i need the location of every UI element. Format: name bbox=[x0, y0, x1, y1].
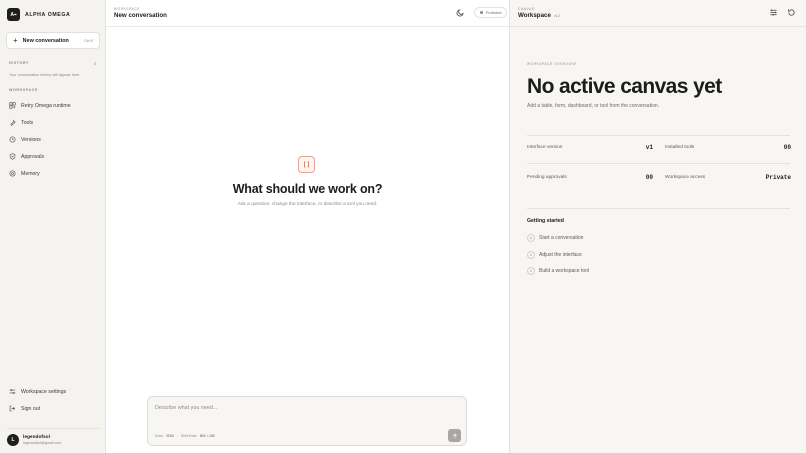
database-icon bbox=[9, 170, 16, 177]
step-start-conversation[interactable]: Start a conversation bbox=[527, 234, 583, 242]
chat-header: WORKSPACE New conversation Protected bbox=[106, 0, 509, 27]
runtime-icon bbox=[9, 102, 16, 109]
brand[interactable]: A⌁ ALPHA OMEGA bbox=[7, 8, 70, 21]
hero-subtitle: Ask a question, change the interface, or… bbox=[237, 202, 378, 207]
sidebar-item-label: Memory bbox=[21, 170, 40, 177]
composer: Enter SEND · Shift Enter NEW LINE bbox=[147, 396, 467, 446]
workspace-settings-link[interactable]: Workspace settings bbox=[9, 388, 66, 395]
sidebar-item-label: Tools bbox=[21, 119, 34, 126]
overview-title: No active canvas yet bbox=[527, 75, 722, 98]
step-label: Start a conversation bbox=[539, 235, 584, 241]
chat-panel: WORKSPACE New conversation Protected Wha… bbox=[106, 0, 509, 453]
stat-value: Private bbox=[765, 174, 791, 181]
workspace-settings-label: Workspace settings bbox=[21, 388, 67, 395]
overview-eyebrow: WORKSPACE OVERVIEW bbox=[527, 62, 577, 66]
hint-separator: · bbox=[176, 434, 178, 438]
wrench-icon bbox=[10, 119, 16, 126]
canvas-title-text: Workspace bbox=[518, 12, 551, 19]
arrow-up-icon bbox=[452, 433, 457, 438]
status-badge: Protected bbox=[474, 7, 508, 18]
status-dot-icon bbox=[480, 11, 483, 14]
stat-value: v1 bbox=[645, 144, 653, 151]
chat-eyebrow: WORKSPACE bbox=[114, 7, 140, 11]
new-conversation-button[interactable]: + New conversation Ctrl K bbox=[6, 32, 100, 49]
workspace-heading: WORKSPACE bbox=[9, 88, 38, 92]
hint-newline: NEW LINE bbox=[199, 434, 216, 438]
composer-hint: Enter SEND · Shift Enter NEW LINE bbox=[155, 434, 215, 438]
shortcut-hint: Ctrl K bbox=[84, 38, 93, 43]
sidebar-item-approvals[interactable]: Approvals bbox=[9, 153, 44, 160]
bracket-icon bbox=[304, 161, 309, 168]
plus-icon: + bbox=[13, 35, 18, 45]
history-toggle[interactable]: 0 bbox=[94, 61, 96, 66]
user-name: legendofsol bbox=[23, 435, 50, 440]
refresh-icon[interactable] bbox=[787, 8, 796, 17]
step-circle-icon bbox=[527, 234, 535, 242]
step-label: Build a workspace tool bbox=[539, 268, 590, 274]
sidebar-item-label: Versions bbox=[21, 136, 41, 143]
history-empty-text: Your conversation history will appear he… bbox=[9, 73, 80, 77]
sidebar-item-memory[interactable]: Memory bbox=[9, 170, 40, 177]
hint-send: SEND bbox=[166, 434, 174, 438]
sidebar: A⌁ ALPHA OMEGA + New conversation Ctrl K… bbox=[0, 0, 106, 453]
status-label: Protected bbox=[486, 10, 502, 15]
user-profile[interactable]: L legendofsol legendofsol@gmail.com bbox=[7, 434, 61, 446]
divider bbox=[527, 163, 790, 164]
stat-workspace-access: Workspace access Private bbox=[665, 174, 791, 181]
stat-label: Workspace access bbox=[665, 175, 706, 180]
canvas-version-badge: v12 bbox=[553, 14, 560, 18]
page-title: New conversation bbox=[114, 12, 167, 19]
user-email: legendofsol@gmail.com bbox=[23, 441, 62, 445]
sign-out-link[interactable]: Sign out bbox=[9, 405, 40, 412]
stat-value: 00 bbox=[783, 144, 791, 151]
hint-enter-key: Enter bbox=[155, 434, 164, 438]
sidebar-item-label: Approvals bbox=[21, 153, 45, 160]
hint-shift-key: Shift Enter bbox=[180, 434, 197, 438]
shield-icon bbox=[9, 153, 16, 160]
canvas-title: Workspace v12 bbox=[518, 12, 560, 19]
getting-started-title: Getting started bbox=[527, 218, 564, 224]
moon-icon[interactable] bbox=[456, 8, 465, 17]
sidebar-item-label: Retry Omega runtime bbox=[21, 102, 71, 109]
stat-pending-approvals: Pending approvals 00 bbox=[527, 174, 653, 181]
hero-title: What should we work on? bbox=[232, 182, 383, 196]
step-circle-icon bbox=[527, 251, 535, 259]
new-conversation-label: New conversation bbox=[22, 37, 69, 44]
brand-name: ALPHA OMEGA bbox=[25, 11, 71, 18]
canvas-eyebrow: CANVAS bbox=[518, 7, 535, 11]
brand-logo: A⌁ bbox=[7, 8, 20, 21]
sidebar-item-retry-runtime[interactable]: Retry Omega runtime bbox=[9, 102, 71, 109]
avatar: L bbox=[7, 434, 19, 446]
sidebar-item-tools[interactable]: Tools bbox=[9, 119, 33, 126]
list-icon[interactable] bbox=[769, 8, 778, 17]
step-label: Adjust the interface bbox=[539, 252, 582, 258]
step-build-tool[interactable]: Build a workspace tool bbox=[527, 267, 589, 275]
sliders-icon bbox=[9, 389, 16, 394]
send-button[interactable] bbox=[448, 429, 461, 442]
sign-out-label: Sign out bbox=[21, 405, 41, 412]
stat-value: 00 bbox=[645, 174, 653, 181]
history-heading: HISTORY bbox=[9, 61, 29, 65]
step-adjust-interface[interactable]: Adjust the interface bbox=[527, 251, 582, 259]
hero-icon bbox=[298, 156, 315, 173]
canvas-panel: CANVAS Workspace v12 WORKSPACE OVERVIEW … bbox=[509, 0, 806, 453]
stat-label: Pending approvals bbox=[527, 175, 567, 180]
logout-icon bbox=[9, 405, 16, 412]
stat-interface-version: Interface version v1 bbox=[527, 144, 653, 151]
stat-installed-tools: Installed tools 00 bbox=[665, 144, 791, 151]
history-icon bbox=[9, 136, 16, 143]
divider bbox=[527, 135, 790, 136]
stat-label: Installed tools bbox=[665, 145, 695, 150]
canvas-header: CANVAS Workspace v12 bbox=[510, 0, 806, 27]
step-circle-icon bbox=[527, 267, 535, 275]
sidebar-divider bbox=[7, 428, 99, 429]
sidebar-item-versions[interactable]: Versions bbox=[9, 136, 41, 143]
stat-label: Interface version bbox=[527, 145, 563, 150]
divider bbox=[527, 208, 790, 209]
overview-subtitle: Add a table, form, dashboard, or tool fr… bbox=[527, 103, 660, 109]
message-input[interactable] bbox=[155, 405, 435, 411]
